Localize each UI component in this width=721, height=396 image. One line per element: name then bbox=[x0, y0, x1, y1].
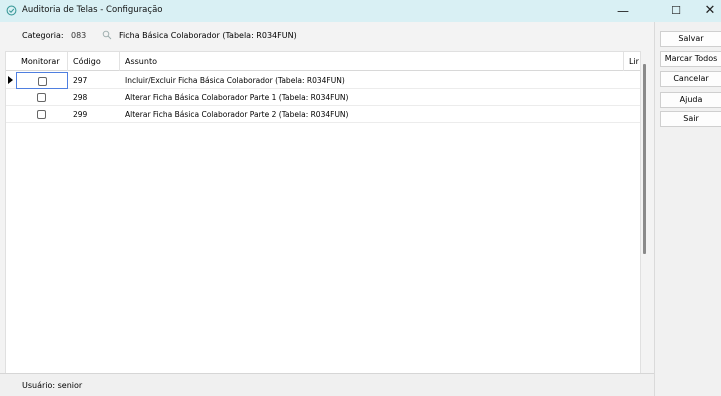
monitorar-checkbox[interactable] bbox=[37, 93, 46, 102]
cancel-button[interactable]: Cancelar bbox=[660, 71, 721, 87]
codigo-cell: 298 bbox=[73, 93, 88, 102]
monitorar-cell[interactable] bbox=[16, 72, 68, 89]
assunto-cell: Alterar Ficha Básica Colaborador Parte 2… bbox=[125, 110, 349, 119]
window-title: Auditoria de Telas - Configuração bbox=[22, 5, 163, 15]
column-header-lir[interactable]: Lir bbox=[624, 52, 640, 71]
assunto-cell: Incluir/Excluir Ficha Básica Colaborador… bbox=[125, 76, 345, 85]
main-panel: Categoria: 083 Ficha Básica Colaborador … bbox=[0, 22, 654, 396]
monitorar-cell[interactable] bbox=[16, 106, 68, 123]
column-header-codigo[interactable]: Código bbox=[68, 52, 120, 71]
grid-header: Monitorar Código Assunto Lir bbox=[6, 52, 640, 71]
column-header-assunto[interactable]: Assunto bbox=[120, 52, 624, 71]
monitorar-checkbox[interactable] bbox=[37, 110, 46, 119]
title-bar: Auditoria de Telas - Configuração — ☐ ✕ bbox=[0, 0, 721, 22]
help-button[interactable]: Ajuda bbox=[660, 92, 721, 108]
mark-all-button[interactable]: Marcar Todos bbox=[660, 51, 721, 67]
table-row[interactable]: 298 Alterar Ficha Básica Colaborador Par… bbox=[6, 89, 640, 106]
exit-button[interactable]: Sair bbox=[660, 111, 721, 127]
category-label: Categoria: bbox=[22, 31, 64, 40]
save-button[interactable]: Salvar bbox=[660, 31, 721, 47]
search-icon[interactable] bbox=[102, 30, 112, 40]
table-row[interactable]: 297 Incluir/Excluir Ficha Básica Colabor… bbox=[6, 72, 640, 89]
action-panel: Salvar Marcar Todos Cancelar Ajuda Sair bbox=[654, 22, 721, 396]
maximize-button[interactable]: ☐ bbox=[659, 0, 693, 22]
codigo-cell: 299 bbox=[73, 110, 88, 119]
column-header-monitorar[interactable]: Monitorar bbox=[16, 52, 68, 71]
monitorar-cell[interactable] bbox=[16, 89, 68, 106]
table-row[interactable]: 299 Alterar Ficha Básica Colaborador Par… bbox=[6, 106, 640, 123]
category-input[interactable]: 083 bbox=[71, 31, 86, 40]
data-grid: Monitorar Código Assunto Lir 297 Incluir… bbox=[5, 51, 641, 387]
codigo-cell: 297 bbox=[73, 76, 88, 85]
app-icon bbox=[6, 5, 17, 16]
close-button[interactable]: ✕ bbox=[693, 0, 721, 22]
vertical-scrollbar[interactable] bbox=[643, 64, 646, 254]
monitorar-checkbox[interactable] bbox=[38, 77, 47, 86]
category-description: Ficha Básica Colaborador (Tabela: R034FU… bbox=[119, 31, 297, 40]
status-bar: Usuário: senior bbox=[0, 373, 654, 396]
minimize-button[interactable]: — bbox=[606, 0, 640, 22]
assunto-cell: Alterar Ficha Básica Colaborador Parte 1… bbox=[125, 93, 349, 102]
row-indicator-icon bbox=[8, 76, 13, 84]
user-status: Usuário: senior bbox=[22, 381, 83, 390]
